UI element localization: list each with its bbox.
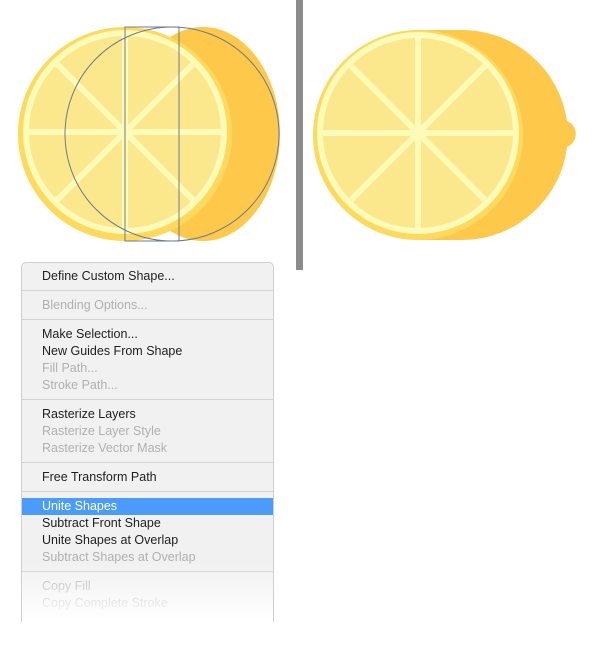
context-menu: Define Custom Shape... Blending Options..…	[21, 262, 274, 622]
menu-item-subtract-shapes-at-overlap: Subtract Shapes at Overlap	[42, 550, 196, 564]
menu-item-define-custom-shape[interactable]: Define Custom Shape...	[22, 268, 273, 285]
menu-item-unite-shapes[interactable]: Unite Shapes	[22, 498, 273, 515]
panel-divider	[296, 0, 303, 270]
menu-separator	[22, 319, 273, 320]
menu-item-subtract-front-shape[interactable]: Subtract Front Shape	[22, 515, 273, 532]
menu-item-free-transform-path[interactable]: Free Transform Path	[22, 469, 273, 486]
menu-item-copy-complete-stroke: Copy Complete Stroke	[42, 596, 168, 610]
menu-item-fill-path: Fill Path...	[42, 361, 98, 375]
menu-separator	[22, 290, 273, 291]
lemon-center-right	[412, 127, 424, 139]
menu-item-copy-fill: Copy Fill	[42, 579, 91, 593]
lemon-right-composition	[313, 30, 576, 240]
menu-separator	[22, 571, 273, 572]
menu-separator	[22, 491, 273, 492]
menu-item-new-guides-from-shape[interactable]: New Guides From Shape	[22, 343, 273, 360]
menu-item-make-selection[interactable]: Make Selection...	[22, 326, 273, 343]
menu-separator	[22, 399, 273, 400]
menu-item-rasterize-layer-style: Rasterize Layer Style	[42, 424, 161, 438]
menu-item-blending-options: Blending Options...	[42, 298, 148, 312]
menu-item-rasterize-layers[interactable]: Rasterize Layers	[22, 406, 273, 423]
menu-item-rasterize-vector-mask: Rasterize Vector Mask	[42, 441, 168, 455]
menu-item-unite-shapes-at-overlap[interactable]: Unite Shapes at Overlap	[22, 532, 273, 549]
lemon-left-composition	[18, 26, 280, 242]
menu-item-stroke-path: Stroke Path...	[42, 378, 118, 392]
menu-separator	[22, 462, 273, 463]
